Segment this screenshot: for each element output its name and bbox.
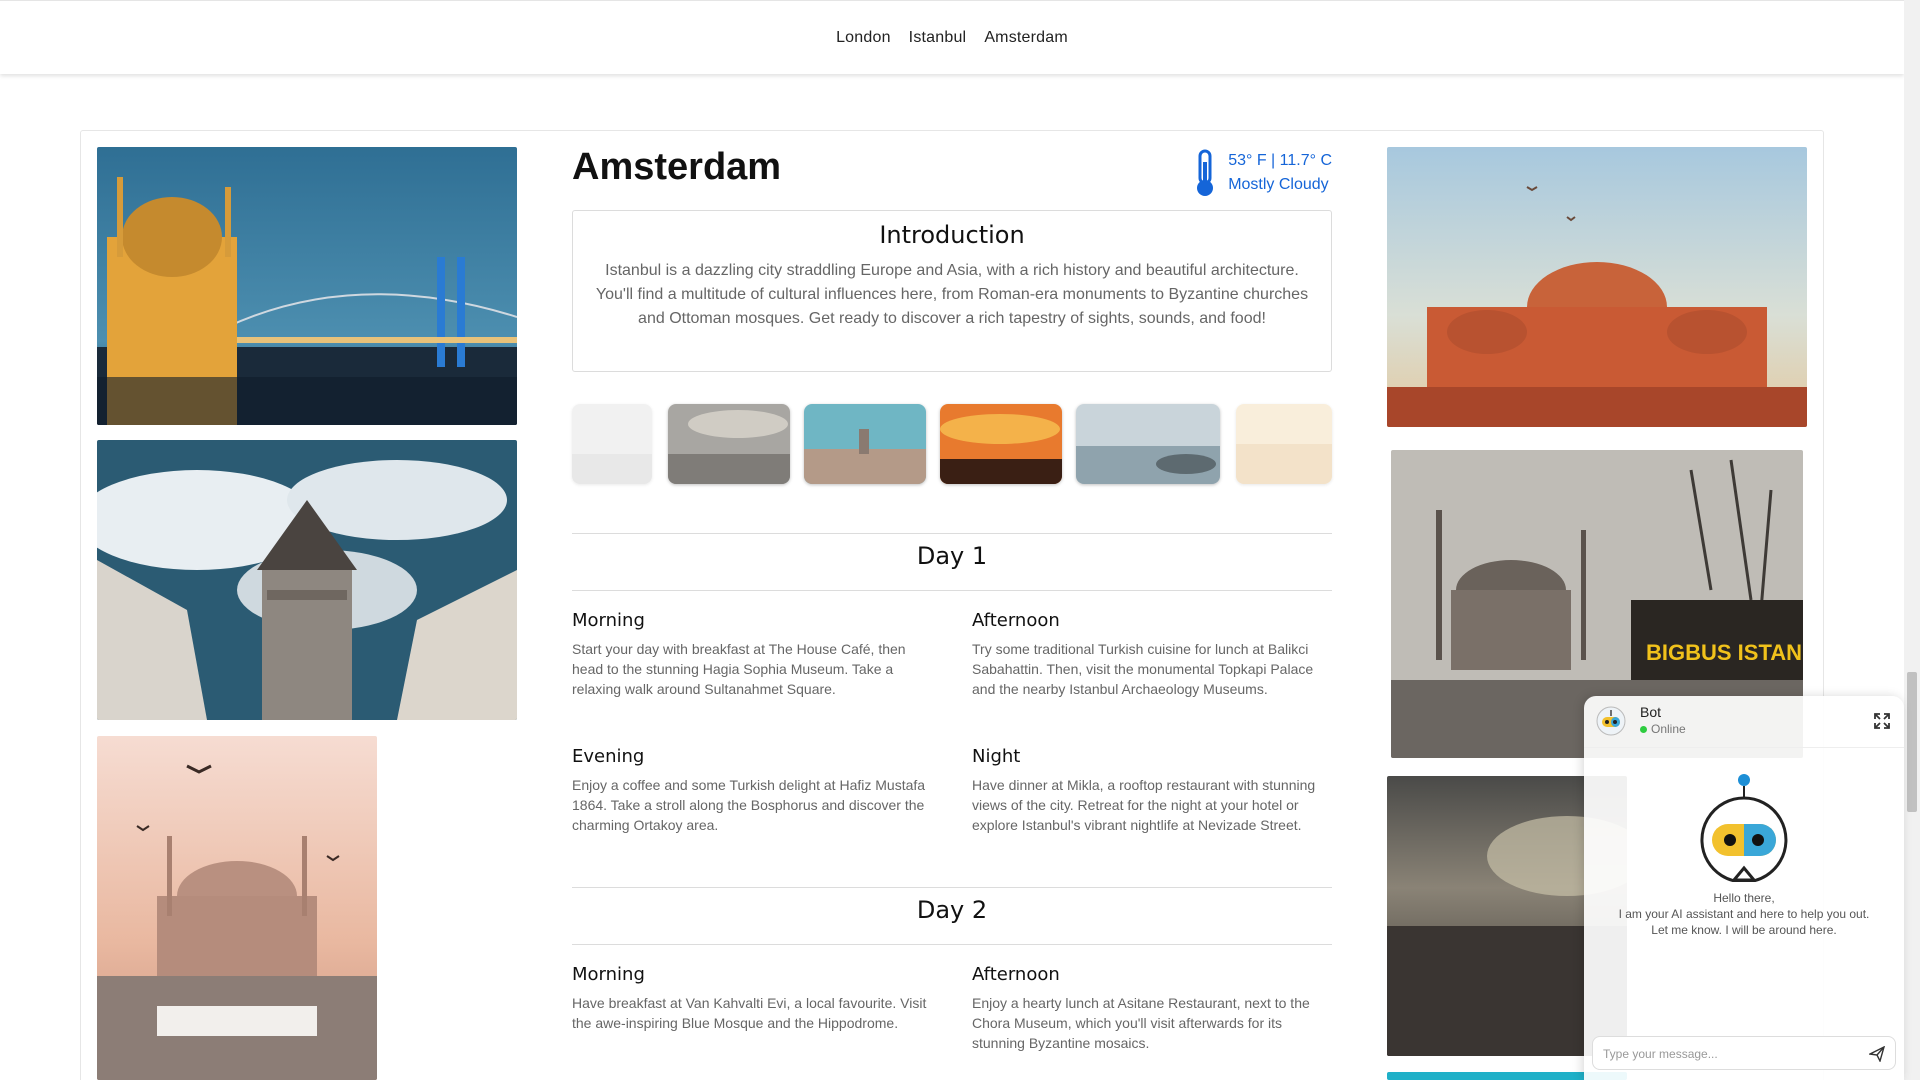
slot-text: Enjoy a coffee and some Turkish delight … (572, 777, 926, 833)
slot-text: Enjoy a hearty lunch at Asitane Restaura… (972, 995, 1310, 1051)
slot-label: Morning (572, 610, 645, 631)
bus-sign: BIGBUS ISTANBUL (1646, 640, 1803, 665)
weather-temperature: 53° F | 11.7° C (1228, 152, 1332, 169)
slot-label: Evening (572, 746, 645, 767)
divider (572, 533, 1332, 534)
chat-header: Bot Online (1584, 696, 1904, 748)
photo-hagia-sophia-sunset (1387, 147, 1807, 427)
slot-label: Morning (572, 964, 645, 985)
chat-status-text: Online (1651, 722, 1686, 736)
slot-label: Night (972, 746, 1021, 767)
chat-input-box (1592, 1036, 1896, 1070)
divider (572, 887, 1332, 888)
chat-bot-name: Bot (1640, 704, 1662, 720)
chat-greeting-line: Hello there, (1713, 891, 1775, 905)
nav-link-amsterdam[interactable]: Amsterdam (984, 29, 1068, 47)
day-1-title: Day 1 (916, 542, 988, 570)
carousel-thumb-0[interactable] (572, 404, 652, 484)
online-dot-icon (1640, 725, 1647, 733)
slot-text: Have dinner at Mikla, a rooftop restaura… (972, 777, 1316, 833)
slot-text: Start your day with breakfast at The Hou… (572, 641, 906, 697)
chat-greeting-line: Let me know. I will be around here. (1651, 923, 1837, 937)
day-2-morning: Morning Have breakfast at Van Kahvalti E… (572, 964, 932, 1033)
day-1-night: Night Have dinner at Mikla, a rooftop re… (972, 746, 1332, 835)
slot-text: Have breakfast at Van Kahvalti Evi, a lo… (572, 995, 927, 1031)
divider (572, 590, 1332, 591)
day-1-afternoon: Afternoon Try some traditional Turkish c… (972, 610, 1332, 699)
chat-greeting: Hello there, I am your AI assistant and … (1584, 890, 1904, 938)
photo-ortakoy-mosque-bridge (97, 147, 517, 425)
carousel-thumb-3[interactable] (940, 404, 1062, 484)
chat-widget: Bot Online Hello there, I am your AI ass… (1584, 696, 1904, 1080)
slot-label: Afternoon (972, 610, 1060, 631)
carousel-thumb-4[interactable] (1076, 404, 1220, 484)
carousel-thumb-5[interactable] (1236, 404, 1332, 484)
intro-box: Introduction Istanbul is a dazzling city… (572, 210, 1332, 372)
top-nav: London Istanbul Amsterdam (0, 0, 1904, 74)
nav-link-london[interactable]: London (836, 29, 891, 47)
slot-label: Afternoon (972, 964, 1060, 985)
divider (572, 944, 1332, 945)
day-1-evening: Evening Enjoy a coffee and some Turkish … (572, 746, 932, 835)
intro-text: Istanbul is a dazzling city straddling E… (595, 262, 1309, 327)
intro-heading: Introduction (879, 221, 1025, 249)
day-2-afternoon: Afternoon Enjoy a hearty lunch at Asitan… (972, 964, 1332, 1053)
expand-icon[interactable] (1874, 713, 1890, 729)
slot-text: Try some traditional Turkish cuisine for… (972, 641, 1314, 697)
carousel-thumb-1[interactable] (668, 404, 790, 484)
chat-message-input[interactable] (1603, 1044, 1853, 1064)
photo-mosque-seagulls (97, 736, 377, 1080)
carousel-thumb-2[interactable] (804, 404, 926, 484)
page-title: Amsterdam (572, 146, 782, 188)
thermometer-icon (1197, 149, 1214, 196)
chat-status: Online (1640, 722, 1686, 736)
scrollbar-thumb[interactable] (1907, 672, 1917, 812)
bot-avatar-icon (1596, 706, 1626, 736)
send-icon[interactable] (1869, 1046, 1885, 1062)
chat-greeting-line: I am your AI assistant and here to help … (1618, 907, 1870, 921)
photo-carousel[interactable] (572, 404, 1332, 486)
weather-widget: 53° F | 11.7° C Mostly Cloudy (1190, 148, 1332, 198)
day-2-title: Day 2 (916, 896, 988, 924)
day-1-morning: Morning Start your day with breakfast at… (572, 610, 932, 699)
bot-illustration-icon (1700, 774, 1788, 882)
nav-link-istanbul[interactable]: Istanbul (909, 29, 967, 47)
photo-galata-tower (97, 440, 517, 720)
weather-description: Mostly Cloudy (1228, 176, 1329, 193)
page-scrollbar[interactable] (1904, 0, 1920, 1080)
